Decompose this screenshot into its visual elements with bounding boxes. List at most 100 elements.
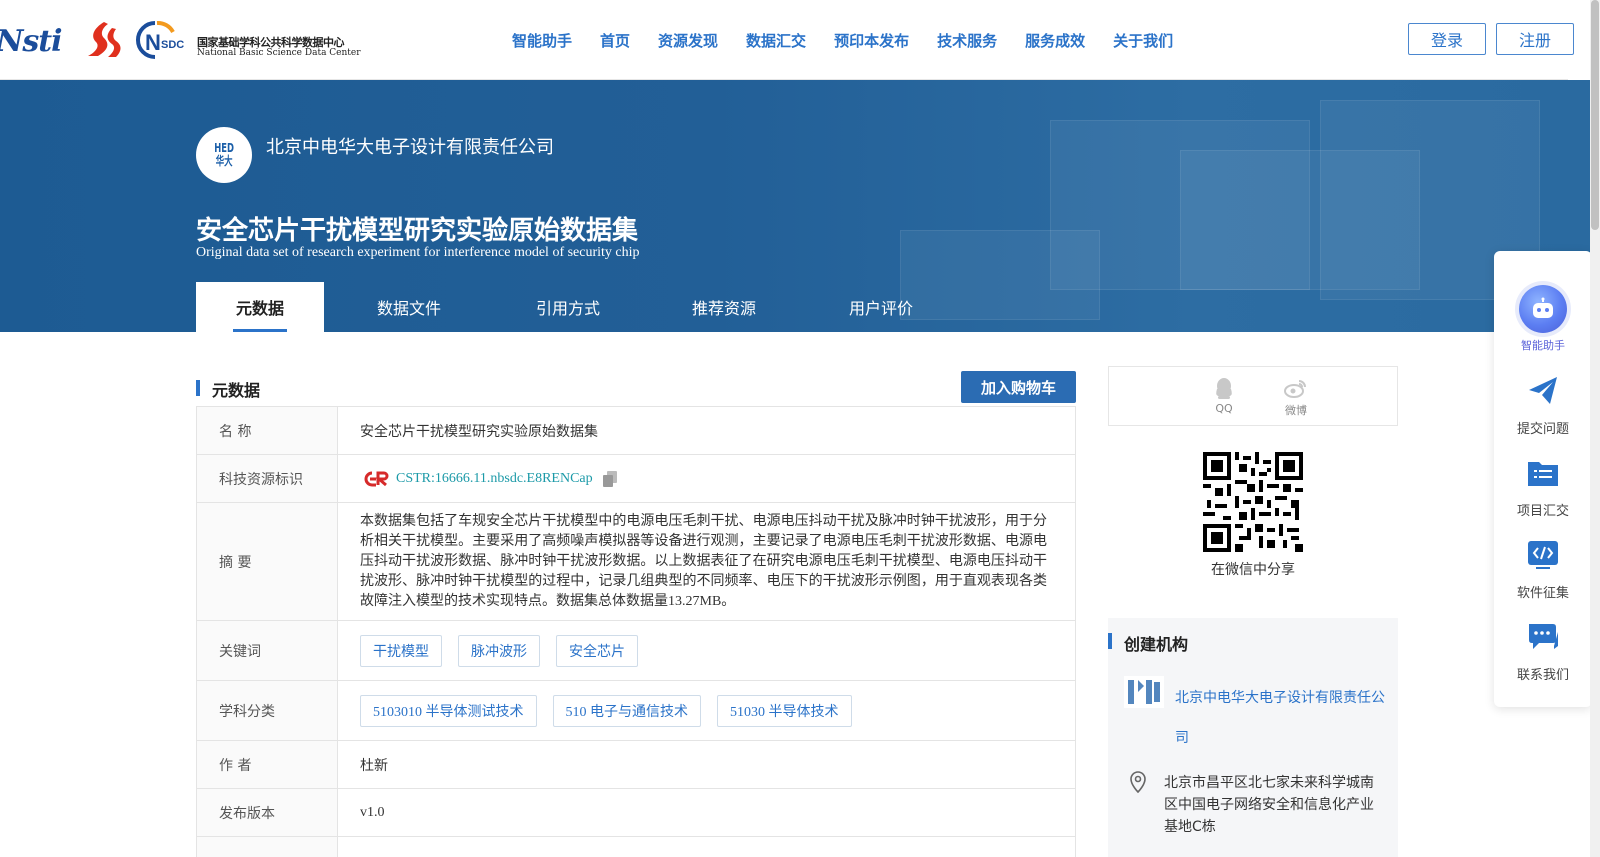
nsdc-logo-en: National Basic Science Data Center [197, 48, 361, 58]
share-weibo-label: 微博 [1285, 404, 1307, 417]
table-row: 关键词 干扰模型 脉冲波形 安全芯片 [197, 621, 1075, 681]
row-label: 摘 要 [197, 503, 338, 620]
float-software-collection[interactable]: 软件征集 [1494, 538, 1592, 601]
row-value: 安全芯片干扰模型研究实验原始数据集 [360, 424, 598, 440]
nav-resource-discovery[interactable]: 资源发现 [658, 30, 718, 51]
chat-bubble-icon [1529, 624, 1558, 649]
cstr-logo-icon [364, 471, 389, 486]
weibo-icon [1284, 380, 1306, 398]
top-header: Nsti N SDC 国家基础学科公共科学数据中心 National Basic… [0, 0, 1574, 80]
float-contact-us[interactable]: 联系我们 [1494, 620, 1592, 683]
table-row: 作 者 杜新 [197, 741, 1075, 789]
row-value [338, 837, 1075, 857]
row-label: 科技资源标识 [197, 455, 338, 502]
svg-text:N: N [145, 30, 161, 55]
table-row: 科技资源标识 CSTR:16666.11.nbsdc.E8RENCap [197, 455, 1075, 503]
cstr-identifier: CSTR:16666.11.nbsdc.E8RENCap [396, 470, 593, 486]
section-accent-bar [196, 380, 200, 396]
register-button[interactable]: 注册 [1496, 23, 1574, 55]
creator-org-panel: 创建机构 北京中电华大电子设计有限责任公司 北京市昌平区北七家未来科学城南区中国… [1108, 618, 1398, 857]
abstract-text: 本数据集包括了车规安全芯片干扰模型中的电源电压毛刺干扰、电源电压抖动干扰及脉冲时… [360, 513, 1047, 609]
float-project-submission[interactable]: 项目汇交 [1494, 456, 1592, 519]
row-label: 发布版本 [197, 789, 338, 836]
row-value: CSTR:16666.11.nbsdc.E8RENCap [338, 455, 1075, 502]
tab-data-files[interactable]: 数据文件 [324, 282, 494, 332]
org-avatar-logo: HED 华大 [214, 141, 234, 168]
qq-icon [1216, 378, 1232, 399]
nav-service-results[interactable]: 服务成效 [1025, 30, 1085, 51]
share-box: QQ 微博 [1108, 366, 1398, 426]
float-submit-question[interactable]: 提交问题 [1494, 374, 1592, 437]
float-ai-assistant[interactable]: 智能助手 [1494, 285, 1592, 353]
nav-data-submission[interactable]: 数据汇交 [746, 30, 806, 51]
paper-plane-icon [1529, 377, 1557, 404]
metadata-table: 名 称 安全芯片干扰模型研究实验原始数据集 科技资源标识 CSTR:16666.… [196, 406, 1076, 857]
metadata-section-header: 元数据 加入购物车 [196, 371, 1076, 408]
section-accent-bar [1108, 633, 1112, 649]
org-logo-icon [1124, 676, 1164, 708]
share-weibo[interactable]: 微博 [1276, 377, 1316, 418]
tab-metadata[interactable]: 元数据 [196, 282, 324, 332]
creator-org-link[interactable]: 北京中电华大电子设计有限责任公司 [1175, 678, 1385, 758]
code-icon [1528, 541, 1558, 569]
nav-about[interactable]: 关于我们 [1113, 30, 1173, 51]
row-label [197, 837, 338, 857]
nav-ai-assistant[interactable]: 智能助手 [512, 30, 572, 51]
location-pin-icon [1130, 771, 1146, 794]
nav-preprint[interactable]: 预印本发布 [834, 30, 909, 51]
nsdc-logo[interactable]: N SDC 国家基础学科公共科学数据中心 National Basic Scie… [135, 20, 361, 60]
table-row: 学科分类 5103010 半导体测试技术 510 电子与通信技术 51030 半… [197, 681, 1075, 741]
org-avatar[interactable]: HED 华大 [196, 127, 252, 183]
subject-tags: 5103010 半导体测试技术 510 电子与通信技术 51030 半导体技术 [338, 681, 1075, 740]
org-address: 北京市昌平区北七家未来科学城南区中国电子网络安全和信息化产业基地C栋 [1164, 775, 1374, 835]
wechat-qr-code [1203, 452, 1303, 552]
share-qq-label: QQ [1215, 402, 1233, 415]
cstr-link[interactable]: CSTR:16666.11.nbsdc.E8RENCap [360, 470, 593, 488]
svg-text:SDC: SDC [161, 39, 184, 51]
nsdc-mark-icon: N SDC [136, 21, 184, 59]
main-nav: 智能助手 首页 资源发现 数据汇交 预印本发布 技术服务 服务成效 关于我们 [512, 30, 1201, 51]
float-ai-label: 智能助手 [1521, 339, 1565, 352]
float-submit-label: 提交问题 [1516, 422, 1569, 437]
table-row: 摘 要 本数据集包括了车规安全芯片干扰模型中的电源电压毛刺干扰、电源电压抖动干扰… [197, 503, 1075, 621]
tab-user-reviews[interactable]: 用户评价 [806, 282, 956, 332]
tab-citation[interactable]: 引用方式 [494, 282, 642, 332]
table-row: 名 称 安全芯片干扰模型研究实验原始数据集 [197, 407, 1075, 455]
tab-recommended[interactable]: 推荐资源 [642, 282, 806, 332]
row-label: 关键词 [197, 621, 338, 680]
brand-logo-icon[interactable] [82, 20, 122, 60]
dataset-title: 安全芯片干扰模型研究实验原始数据集 [196, 216, 639, 246]
keyword-tag[interactable]: 脉冲波形 [458, 634, 540, 667]
subject-tag[interactable]: 510 电子与通信技术 [552, 694, 701, 727]
float-project-label: 项目汇交 [1516, 504, 1569, 519]
nav-home[interactable]: 首页 [600, 30, 630, 51]
copy-icon[interactable] [602, 470, 617, 487]
row-label: 学科分类 [197, 681, 338, 740]
dataset-title-en: Original data set of research experiment… [196, 245, 640, 260]
float-software-label: 软件征集 [1516, 586, 1569, 601]
floating-toolbar: 智能助手 提交问题 项目汇交 软件征集 联系我们 [1494, 251, 1592, 707]
row-label: 作 者 [197, 741, 338, 788]
page-scrollbar[interactable] [1590, 0, 1600, 857]
keyword-tag[interactable]: 安全芯片 [556, 634, 638, 667]
creator-org-title: 创建机构 [1124, 635, 1189, 654]
login-button[interactable]: 登录 [1408, 23, 1486, 55]
author-value: 杜新 [360, 758, 388, 774]
keyword-tag[interactable]: 干扰模型 [360, 634, 442, 667]
scrollbar-thumb[interactable] [1591, 0, 1599, 230]
keyword-tags: 干扰模型 脉冲波形 安全芯片 [338, 621, 1075, 680]
subject-tag[interactable]: 5103010 半导体测试技术 [360, 694, 537, 727]
dataset-tabs: 元数据 数据文件 引用方式 推荐资源 用户评价 [196, 282, 956, 332]
share-qq[interactable]: QQ [1204, 377, 1244, 415]
add-to-cart-button[interactable]: 加入购物车 [961, 371, 1076, 403]
wechat-share-caption: 在微信中分享 [1211, 562, 1295, 578]
row-label: 名 称 [197, 407, 338, 454]
table-row [197, 837, 1075, 857]
nsti-logo[interactable]: Nsti [0, 24, 63, 59]
folder-list-icon [1528, 462, 1558, 486]
nav-tech-service[interactable]: 技术服务 [937, 30, 997, 51]
version-value: v1.0 [360, 804, 385, 820]
subject-tag[interactable]: 51030 半导体技术 [717, 694, 852, 727]
banner-org-name[interactable]: 北京中电华大电子设计有限责任公司 [266, 133, 554, 159]
robot-icon [1519, 285, 1567, 333]
